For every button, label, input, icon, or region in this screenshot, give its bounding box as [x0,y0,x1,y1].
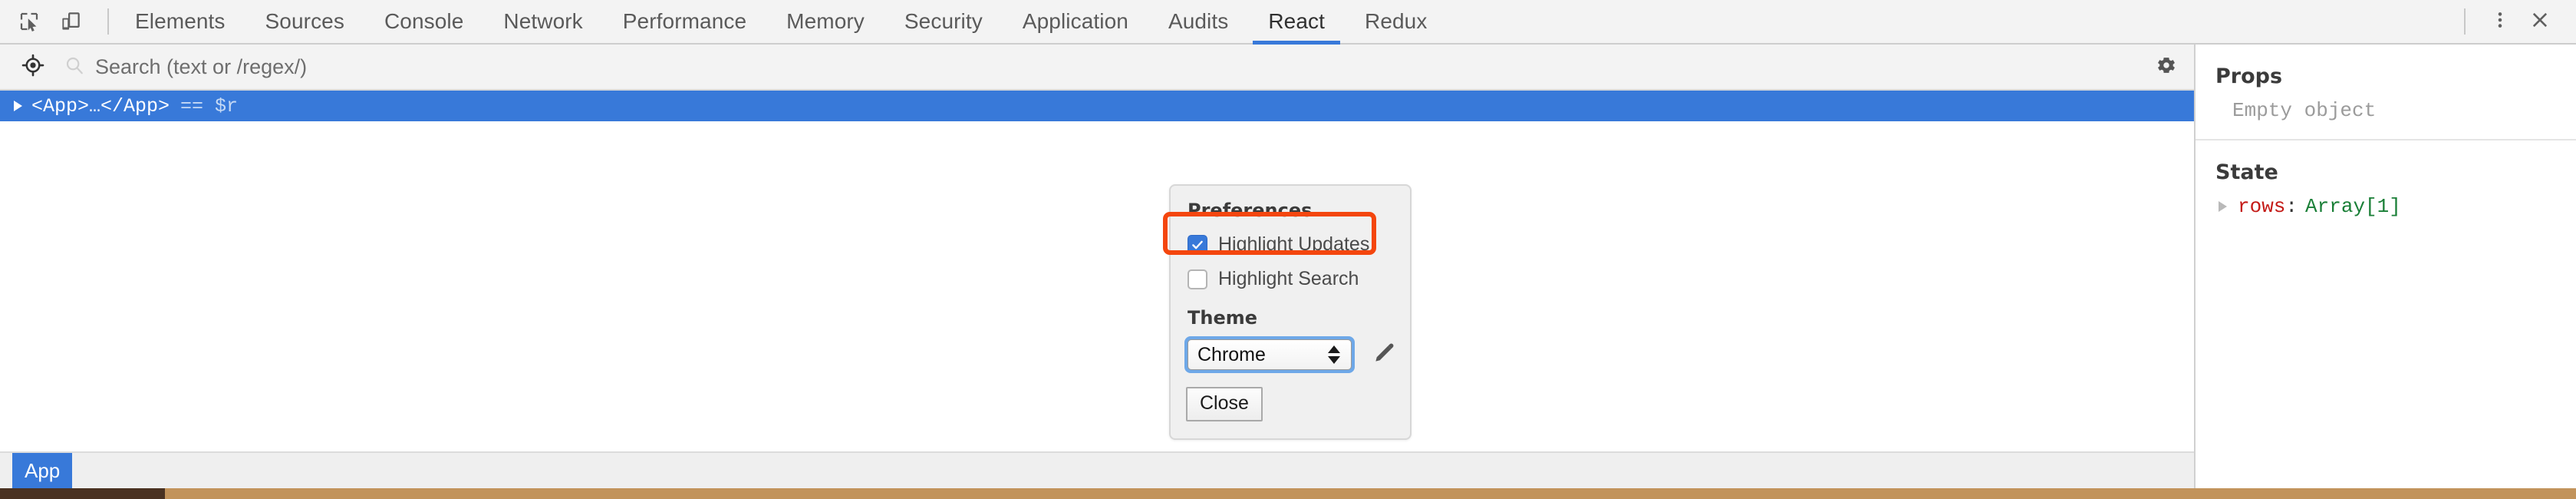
tab-performance[interactable]: Performance [603,0,766,43]
search-icon-wrap [61,55,87,79]
tab-label: Console [384,9,463,34]
search-toolbar [0,45,2194,91]
panel-tabs: Elements Sources Console Network Perform… [115,0,1447,43]
stepper-up-arrow [1328,345,1340,353]
tab-audits[interactable]: Audits [1148,0,1248,43]
preferences-popup: Preferences Highlight Updates Highlight … [1169,184,1412,440]
tabbar-right-controls [2464,4,2576,39]
tab-label: Memory [786,9,865,34]
devtools-tabbar: Elements Sources Console Network Perform… [0,0,2576,45]
highlight-updates-label: Highlight Updates [1218,233,1369,256]
page-strip-dark [0,488,165,499]
highlight-search-label: Highlight Search [1218,268,1359,290]
close-icon [2529,9,2551,35]
preferences-gear-button[interactable] [2143,55,2189,80]
close-row: Close [1171,373,1410,421]
react-devtools-window: Elements Sources Console Network Perform… [0,0,2576,499]
tab-label: Network [503,9,582,34]
tab-label: Performance [623,9,746,34]
theme-row: Chrome [1171,335,1410,373]
tabbar-right-divider [2464,8,2466,35]
pref-highlight-updates-row[interactable]: Highlight Updates [1171,227,1410,262]
tabbar-tools [0,6,115,37]
component-tree[interactable]: <App>…</App> == $r [0,91,2194,451]
tab-redux[interactable]: Redux [1345,0,1447,43]
collapsed-arrow-icon[interactable] [14,101,22,111]
state-entry-key: rows [2238,195,2285,218]
theme-select-value: Chrome [1197,344,1328,366]
preferences-title: Preferences [1171,200,1410,227]
tab-sources[interactable]: Sources [245,0,364,43]
stepper-updown-icon[interactable] [1328,345,1340,364]
state-entry-value: Array[1] [2305,195,2401,218]
device-toolbar-icon [59,10,82,33]
close-devtools-button[interactable] [2522,4,2558,39]
breadcrumb-label: App [25,459,60,483]
inspect-target-icon [21,54,44,81]
page-strip-tan [165,488,2576,499]
tab-label: Sources [265,9,344,34]
select-element-button[interactable] [15,49,51,84]
tab-memory[interactable]: Memory [766,0,884,43]
state-entry-rows[interactable]: rows : Array[1] [2215,195,2576,218]
breadcrumb: App [0,451,2194,488]
page-viewport-strip [0,488,2576,499]
inspect-element-button[interactable] [14,6,44,37]
tree-node-tag: <App>…</App> [31,95,170,117]
toggle-device-toolbar-button[interactable] [55,6,86,37]
tab-elements[interactable]: Elements [115,0,245,43]
props-section: Props Empty object [2196,45,2576,139]
tab-security[interactable]: Security [884,0,1003,43]
tab-label: Elements [135,9,226,34]
search-input[interactable] [95,51,2143,82]
tab-react[interactable]: React [1248,0,1345,43]
tab-label: Application [1023,9,1128,34]
highlight-search-checkbox[interactable] [1188,269,1207,289]
state-section: State rows : Array[1] [2196,139,2576,235]
toolbar-divider [107,8,109,35]
stepper-down-arrow [1328,356,1340,364]
tab-console[interactable]: Console [364,0,483,43]
inspect-element-icon [18,10,41,33]
theme-select[interactable]: Chrome [1184,336,1355,373]
edit-theme-button[interactable] [1369,339,1399,370]
collapsed-arrow-icon[interactable] [2219,201,2227,212]
theme-select-inner: Chrome [1188,339,1352,370]
inspector-sidebar: Props Empty object State rows : Array[1] [2194,45,2576,488]
tab-application[interactable]: Application [1003,0,1148,43]
tree-node-annotation: == $r [180,95,238,117]
props-empty-text: Empty object [2215,99,2576,122]
more-options-button[interactable] [2482,4,2518,39]
react-tree-pane: <App>…</App> == $r App Preferences [0,45,2194,488]
devtools-body: <App>…</App> == $r App Preferences [0,45,2576,488]
highlight-updates-checkbox[interactable] [1188,235,1207,255]
tab-label: Audits [1168,9,1228,34]
check-icon [1191,238,1204,252]
tab-network[interactable]: Network [483,0,602,43]
tab-label: Security [904,9,983,34]
tree-row[interactable]: <App>…</App> == $r [0,91,2194,121]
pencil-icon [1372,342,1395,368]
more-vertical-icon [2490,10,2510,34]
breadcrumb-item-app[interactable]: App [12,453,72,488]
state-title: State [2215,160,2576,184]
theme-section-title: Theme [1171,296,1410,335]
search-icon [64,55,84,79]
tab-label: React [1268,9,1325,34]
props-title: Props [2215,64,2576,88]
state-entry-colon: : [2285,195,2298,218]
tab-label: Redux [1365,9,1427,34]
close-preferences-button[interactable]: Close [1186,387,1263,421]
pref-highlight-search-row[interactable]: Highlight Search [1171,262,1410,296]
gear-icon [2156,55,2177,80]
